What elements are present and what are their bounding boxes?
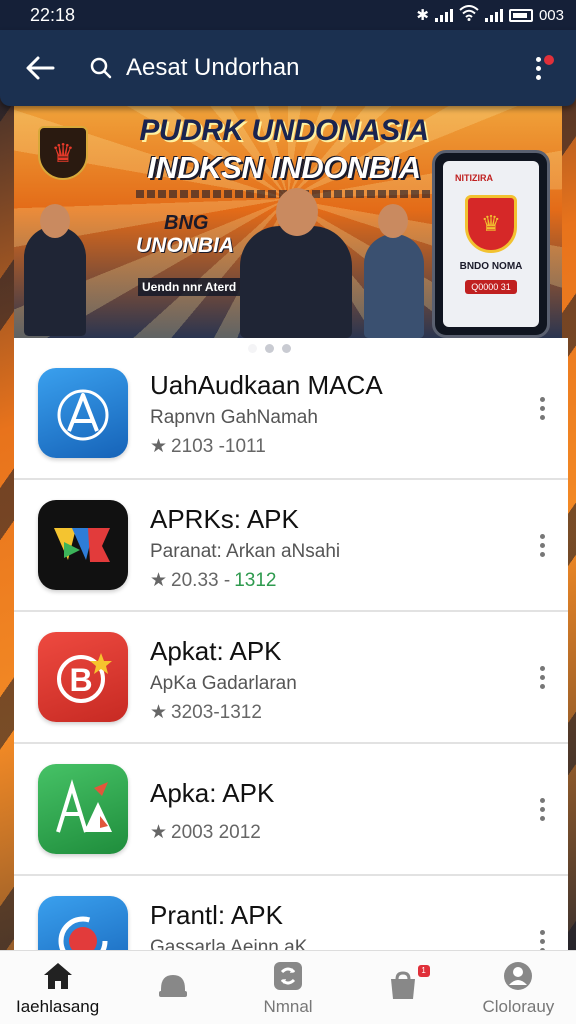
nav-item-chat[interactable] — [115, 969, 230, 1007]
rating-text: 3203-1312 — [171, 701, 262, 723]
red-b-icon: B — [38, 632, 128, 722]
banner-tag-line2: UNONBIA — [136, 234, 234, 257]
more-vert-icon — [539, 665, 545, 689]
signal-icon-2 — [484, 8, 503, 22]
app-subtitle: ApKa Gadarlaran — [150, 673, 297, 694]
green-a-icon — [38, 764, 128, 854]
app-rating: ★ 2103 -1011 — [150, 435, 383, 458]
nav-label: Clolorauy — [482, 996, 555, 1016]
phone-illustration: NITIZIRA ♛ BNDO NOMA Q0000 31 — [432, 150, 550, 338]
colorful-vn-icon — [38, 500, 128, 590]
profile-icon — [501, 959, 535, 993]
phone-pill: Q0000 31 — [465, 279, 517, 294]
app-list-item[interactable]: Apka: APK ★ 2003 2012 — [14, 744, 568, 876]
pager-dot[interactable] — [282, 344, 291, 353]
app-rating: ★ 20.33 -1312 — [150, 569, 340, 592]
banner-pager[interactable] — [248, 344, 291, 353]
store-icon — [386, 969, 420, 1003]
star-icon: ★ — [150, 822, 168, 843]
item-menu-button[interactable] — [532, 657, 552, 697]
worker-figure-right — [364, 204, 424, 338]
rating-text: 2103 -1011 — [171, 435, 266, 457]
blue-a-icon — [38, 368, 128, 458]
arrow-left-icon — [26, 56, 55, 80]
more-vert-icon — [539, 396, 545, 420]
back-button[interactable] — [18, 46, 62, 90]
app-rating: ★ 2003 2012 — [150, 821, 274, 844]
rating-text: 20.33 - — [171, 569, 231, 591]
banner-small-text: Uendn nnr Aterd — [138, 278, 241, 296]
item-menu-button[interactable] — [532, 525, 552, 565]
signal-icon — [434, 8, 453, 22]
app-name: Apkat: APK — [150, 636, 282, 666]
banner-title-line2: INDKSN INDONBIA — [147, 150, 421, 185]
nav-item-refresh[interactable]: Nmnal — [230, 959, 345, 1017]
rating-text: 2003 2012 — [171, 821, 261, 843]
status-icons: ✱ 003 — [416, 5, 564, 25]
more-vert-icon — [539, 797, 545, 821]
item-menu-button[interactable] — [532, 789, 552, 829]
app-subtitle: Paranat: Arkan aNsahi — [150, 541, 341, 562]
shield-icon: ♛ — [465, 194, 517, 253]
bottom-navigation: Iaehlasang Nmnal 1 Clolorauy — [0, 950, 576, 1024]
search-value: Aesat Undorhan — [126, 54, 300, 81]
app-name: UahAudkaan MACA — [150, 370, 383, 400]
bluetooth-icon: ✱ — [416, 7, 429, 24]
banner-title-line1: PUDRK UNDONASIA — [139, 114, 429, 147]
phone-brand: NITIZIRA — [455, 173, 493, 183]
chat-icon — [156, 969, 190, 1003]
nav-label: Nmnal — [263, 996, 313, 1016]
app-list-item[interactable]: APRKs: APK Paranat: Arkan aNsahi ★ 20.33 … — [14, 480, 568, 612]
app-name: Apka: APK — [150, 778, 275, 808]
overflow-menu-button[interactable] — [518, 43, 558, 93]
more-vert-icon — [539, 929, 545, 950]
nav-item-store[interactable]: 1 — [346, 964, 461, 1007]
star-icon: ★ — [150, 702, 168, 723]
item-menu-button[interactable] — [532, 921, 552, 950]
app-list-item[interactable]: UahAudkaan MACA Rapnvn GahNamah ★ 2103 -1… — [14, 338, 568, 480]
blue-circle-icon — [38, 896, 128, 950]
app-name: APRKs: APK — [150, 504, 299, 534]
nav-item-profile[interactable]: Clolorauy — [461, 959, 576, 1017]
star-icon: ★ — [150, 436, 168, 457]
app-rating: ★ 3203-1312 — [150, 701, 297, 724]
eagle-emblem-icon: ♛ — [38, 126, 88, 180]
banner-tag-line1: BNG — [164, 212, 209, 234]
status-bar: 22:18 ✱ 003 — [0, 0, 576, 30]
app-subtitle: Rapnvn GahNamah — [150, 407, 318, 428]
search-icon — [90, 57, 112, 79]
officer-figure-left — [24, 204, 86, 336]
nav-item-home[interactable]: Iaehlasang — [0, 959, 115, 1017]
rating-green-text: 1312 — [234, 569, 277, 591]
nav-label: Iaehlasang — [16, 996, 100, 1016]
phone-screen: NITIZIRA ♛ BNDO NOMA Q0000 31 — [443, 161, 539, 327]
more-vert-icon — [535, 56, 541, 80]
app-subtitle: Gassarla Aeinn aK — [150, 937, 308, 950]
nav-badge: 1 — [417, 964, 430, 977]
battery-icon — [508, 8, 533, 22]
app-list-item[interactable]: B Apkat: APK ApKa Gadarlaran ★ 3203-1312 — [14, 612, 568, 744]
promo-banner[interactable]: ♛ PUDRK UNDONASIA INDKSN INDONBIA BNG UN… — [14, 106, 562, 338]
home-icon — [41, 959, 75, 993]
pager-dot[interactable] — [248, 344, 257, 353]
svg-text:B: B — [69, 662, 92, 698]
status-time: 22:18 — [30, 4, 76, 25]
officer-figure-center — [240, 188, 352, 338]
pager-dot[interactable] — [265, 344, 274, 353]
phone-text: BNDO NOMA — [459, 260, 523, 272]
item-menu-button[interactable] — [532, 388, 552, 428]
app-name: Prantl: APK — [150, 900, 283, 930]
more-vert-icon — [539, 533, 545, 557]
star-icon: ★ — [150, 570, 168, 591]
status-right-text: 003 — [538, 6, 564, 24]
app-list: UahAudkaan MACA Rapnvn GahNamah ★ 2103 -1… — [14, 338, 568, 950]
app-list-item[interactable]: Prantl: APK Gassarla Aeinn aK — [14, 876, 568, 950]
notification-dot — [544, 55, 554, 65]
refresh-icon — [271, 959, 305, 993]
search-input[interactable]: Aesat Undorhan — [90, 43, 518, 93]
wifi-icon — [459, 5, 479, 25]
app-bar: Aesat Undorhan — [0, 30, 576, 106]
